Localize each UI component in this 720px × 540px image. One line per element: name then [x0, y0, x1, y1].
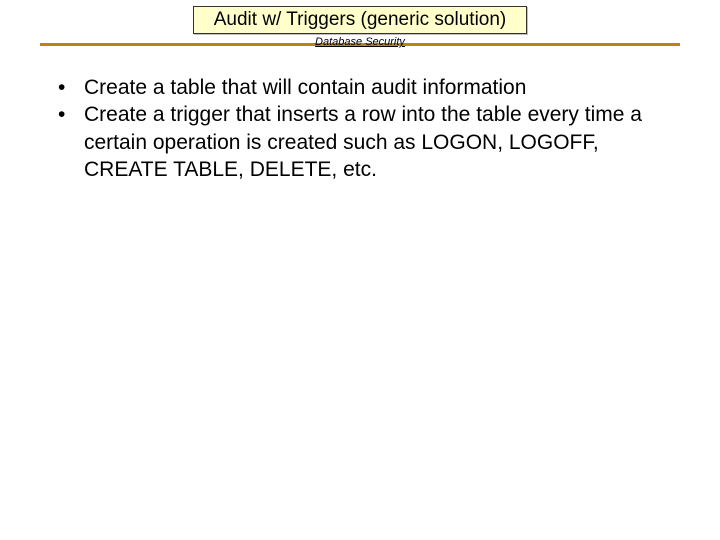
bullet-list: Create a table that will contain audit i…	[52, 74, 668, 183]
slide-content: Create a table that will contain audit i…	[0, 46, 720, 183]
slide-title: Audit w/ Triggers (generic solution)	[193, 6, 528, 34]
list-item: Create a table that will contain audit i…	[52, 74, 668, 101]
subtitle-container: Database Security	[0, 32, 720, 50]
title-container: Audit w/ Triggers (generic solution)	[0, 0, 720, 34]
list-item: Create a trigger that inserts a row into…	[52, 101, 668, 183]
slide-subtitle: Database Security	[311, 36, 409, 48]
